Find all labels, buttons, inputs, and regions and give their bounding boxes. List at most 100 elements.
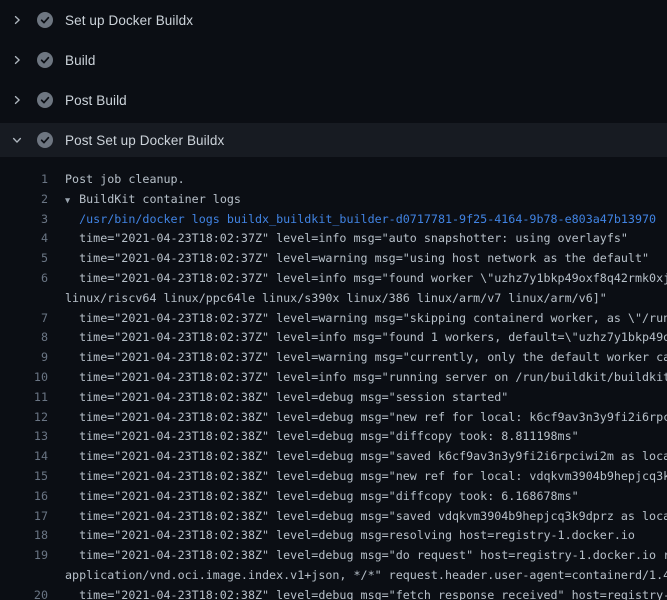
step-row-slot: Set up Docker Buildx [0, 0, 667, 40]
log-line-number[interactable]: 1 [0, 170, 48, 190]
chevron-down-icon [10, 133, 24, 147]
log-group-header: ▼BuildKit container logs [48, 190, 667, 210]
check-circle-icon [37, 92, 53, 108]
log-line-number[interactable]: 20 [0, 586, 48, 600]
log-line: 9 time="2021-04-23T18:02:37Z" level=warn… [0, 348, 667, 368]
log-line-text: application/vnd.oci.image.index.v1+json,… [48, 566, 667, 586]
log-line-number[interactable]: 18 [0, 526, 48, 546]
step-label: Post Build [65, 93, 127, 108]
log-line-text: time="2021-04-23T18:02:37Z" level=warnin… [48, 249, 667, 269]
log-text: application/vnd.oci.image.index.v1+json,… [65, 568, 667, 582]
log-text: time="2021-04-23T18:02:38Z" level=debug … [79, 429, 579, 443]
log-line-number[interactable]: 2 [0, 190, 48, 210]
log-line-number[interactable]: 6 [0, 269, 48, 289]
step-label: Set up Docker Buildx [65, 13, 193, 28]
log-line: 12 time="2021-04-23T18:02:38Z" level=deb… [0, 408, 667, 428]
log-line-number[interactable]: 14 [0, 447, 48, 467]
step-header[interactable]: Set up Docker Buildx [0, 0, 667, 40]
log-line-text: time="2021-04-23T18:02:37Z" level=info m… [48, 368, 667, 388]
log-line-number[interactable]: 8 [0, 328, 48, 348]
chevron-right-icon [10, 93, 24, 107]
log-line-number[interactable]: 9 [0, 348, 48, 368]
log-line-text: time="2021-04-23T18:02:37Z" level=info m… [48, 269, 667, 289]
log-line-number [0, 566, 48, 586]
log-line-number[interactable]: 19 [0, 546, 48, 566]
log-line: 7 time="2021-04-23T18:02:37Z" level=warn… [0, 309, 667, 329]
log-text: time="2021-04-23T18:02:38Z" level=debug … [79, 449, 667, 463]
log-line: 18 time="2021-04-23T18:02:38Z" level=deb… [0, 526, 667, 546]
step-header[interactable]: Build [0, 40, 667, 80]
log-line-text: time="2021-04-23T18:02:38Z" level=debug … [48, 526, 667, 546]
log-text: time="2021-04-23T18:02:37Z" level=warnin… [79, 350, 667, 364]
check-circle-icon [37, 52, 53, 68]
log-line-text: time="2021-04-23T18:02:38Z" level=debug … [48, 546, 667, 566]
log-line-text: time="2021-04-23T18:02:37Z" level=info m… [48, 328, 667, 348]
log-line-text: time="2021-04-23T18:02:38Z" level=debug … [48, 487, 667, 507]
log-line-number[interactable]: 3 [0, 210, 48, 230]
log-line: 15 time="2021-04-23T18:02:38Z" level=deb… [0, 467, 667, 487]
log-text: time="2021-04-23T18:02:38Z" level=debug … [79, 588, 667, 600]
check-circle-icon [37, 12, 53, 28]
log-line-text: time="2021-04-23T18:02:38Z" level=debug … [48, 507, 667, 527]
check-circle-icon [37, 132, 53, 148]
log-line-text: time="2021-04-23T18:02:37Z" level=warnin… [48, 348, 667, 368]
log-command-text: /usr/bin/docker logs buildx_buildkit_bui… [48, 210, 667, 230]
log-line-number [0, 289, 48, 309]
log-line: 8 time="2021-04-23T18:02:37Z" level=info… [0, 328, 667, 348]
log-line: 14 time="2021-04-23T18:02:38Z" level=deb… [0, 447, 667, 467]
log-line: 1 Post job cleanup. [0, 170, 667, 190]
log-text: Post job cleanup. [65, 172, 185, 186]
log-line-number[interactable]: 17 [0, 507, 48, 527]
log-line-text: time="2021-04-23T18:02:37Z" level=warnin… [48, 309, 667, 329]
log-line-number[interactable]: 10 [0, 368, 48, 388]
log-line-number[interactable]: 13 [0, 427, 48, 447]
log-line-number[interactable]: 15 [0, 467, 48, 487]
log-line: 2▼BuildKit container logs [0, 190, 667, 210]
log-line-text: time="2021-04-23T18:02:38Z" level=debug … [48, 467, 667, 487]
log-line-number[interactable]: 12 [0, 408, 48, 428]
log-line-text: time="2021-04-23T18:02:37Z" level=info m… [48, 229, 667, 249]
log-text: time="2021-04-23T18:02:38Z" level=debug … [79, 548, 667, 562]
log-line-text: time="2021-04-23T18:02:38Z" level=debug … [48, 427, 667, 447]
log-text: time="2021-04-23T18:02:38Z" level=debug … [79, 489, 579, 503]
log-line: 19 time="2021-04-23T18:02:38Z" level=deb… [0, 546, 667, 566]
log-line: 3 /usr/bin/docker logs buildx_buildkit_b… [0, 210, 667, 230]
log-line: 6 time="2021-04-23T18:02:37Z" level=info… [0, 269, 667, 289]
log-text: time="2021-04-23T18:02:37Z" level=warnin… [79, 311, 667, 325]
log-text: time="2021-04-23T18:02:38Z" level=debug … [79, 410, 667, 424]
log-line-text: time="2021-04-23T18:02:38Z" level=debug … [48, 447, 667, 467]
log-line-continuation: linux/riscv64 linux/ppc64le linux/s390x … [0, 289, 667, 309]
step-row-slot: Post Set up Docker Buildx [0, 120, 667, 160]
log-line: 20 time="2021-04-23T18:02:38Z" level=deb… [0, 586, 667, 600]
log-line: 17 time="2021-04-23T18:02:38Z" level=deb… [0, 507, 667, 527]
log-line-number[interactable]: 7 [0, 309, 48, 329]
step-list: Set up Docker Buildx Build Post Build Post … [0, 0, 667, 160]
step-row-slot: Build [0, 40, 667, 80]
log-area: 1Post job cleanup.2▼BuildKit container l… [0, 160, 667, 600]
log-line-number[interactable]: 5 [0, 249, 48, 269]
chevron-right-icon [10, 53, 24, 67]
log-text: time="2021-04-23T18:02:37Z" level=info m… [79, 330, 667, 344]
log-text: time="2021-04-23T18:02:38Z" level=debug … [79, 509, 667, 523]
log-text: time="2021-04-23T18:02:37Z" level=warnin… [79, 251, 649, 265]
log-text: time="2021-04-23T18:02:38Z" level=debug … [79, 528, 635, 542]
step-label: Build [65, 53, 96, 68]
log-line: 13 time="2021-04-23T18:02:38Z" level=deb… [0, 427, 667, 447]
log-text: time="2021-04-23T18:02:38Z" level=debug … [79, 390, 508, 404]
step-label: Post Set up Docker Buildx [65, 133, 224, 148]
log-text: linux/riscv64 linux/ppc64le linux/s390x … [65, 291, 607, 305]
log-line: 4 time="2021-04-23T18:02:37Z" level=info… [0, 229, 667, 249]
step-header[interactable]: Post Build [0, 80, 667, 120]
step-header[interactable]: Post Set up Docker Buildx [0, 123, 667, 157]
log-line-text: linux/riscv64 linux/ppc64le linux/s390x … [48, 289, 667, 309]
log-line-text: time="2021-04-23T18:02:38Z" level=debug … [48, 586, 667, 600]
step-row-slot: Post Build [0, 80, 667, 120]
log-group-label: BuildKit container logs [79, 192, 241, 206]
log-group-toggle-icon[interactable]: ▼ [65, 192, 79, 210]
log-text: /usr/bin/docker logs buildx_buildkit_bui… [79, 212, 656, 226]
log-line-number[interactable]: 11 [0, 388, 48, 408]
chevron-right-icon [10, 13, 24, 27]
actions-log-viewer: Set up Docker Buildx Build Post Build Post … [0, 0, 667, 600]
log-line-number[interactable]: 16 [0, 487, 48, 507]
log-line-number[interactable]: 4 [0, 229, 48, 249]
